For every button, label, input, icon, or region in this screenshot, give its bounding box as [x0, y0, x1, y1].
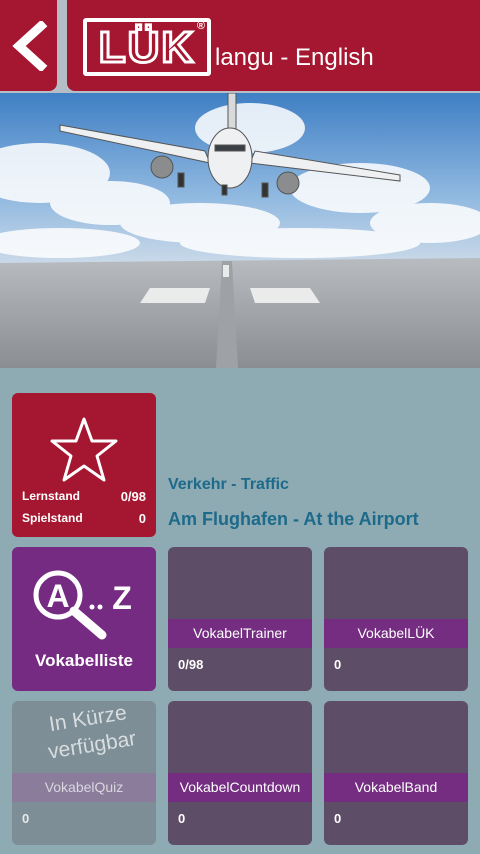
- vokabelquiz-tile: In Kürze verfügbar VokabelQuiz 0: [12, 701, 156, 845]
- back-button[interactable]: [0, 0, 57, 91]
- spielstand-value: 0: [138, 511, 146, 526]
- vokabelluk-tile[interactable]: VokabelLÜK 0: [324, 547, 468, 691]
- logo-registered-mark: ®: [196, 20, 205, 32]
- chevron-left-icon: [11, 20, 47, 71]
- vokabeltrainer-label: VokabelTrainer: [168, 619, 312, 648]
- app-header: LÜK ® langu - English: [0, 0, 480, 93]
- vokabelcountdown-count: 0: [178, 811, 186, 826]
- vokabelliste-tile[interactable]: A Z Vokabelliste: [12, 547, 156, 691]
- vokabelquiz-label: VokabelQuiz: [12, 773, 156, 802]
- lesson-category: Verkehr - Traffic: [168, 476, 289, 493]
- vokabelcountdown-label: VokabelCountdown: [168, 773, 312, 802]
- vokabelband-label: VokabelBand: [324, 773, 468, 802]
- star-icon: [50, 417, 118, 482]
- title-bar: LÜK ® langu - English: [67, 0, 480, 91]
- vokabelluk-count: 0: [334, 657, 342, 672]
- app-title: langu - English: [215, 44, 374, 71]
- logo-text: LÜK: [97, 22, 196, 73]
- vokabelband-count: 0: [334, 811, 342, 826]
- lernstand-label: Lernstand: [22, 489, 81, 503]
- icon-letter-a: A: [46, 578, 69, 614]
- lesson-title: Am Flughafen - At the Airport: [168, 509, 419, 529]
- lernstand-value: 0/98: [120, 489, 146, 504]
- coming-soon-text: In Kürze verfügbar: [17, 701, 156, 770]
- hero-image: [0, 93, 480, 368]
- luk-logo: LÜK ®: [83, 18, 211, 76]
- vokabelluk-label: VokabelLÜK: [324, 619, 468, 648]
- vokabeltrainer-count: 0/98: [178, 657, 204, 672]
- vokabeltrainer-tile[interactable]: VokabelTrainer 0/98: [168, 547, 312, 691]
- vokabelliste-label: Vokabelliste: [35, 651, 133, 670]
- vokabelband-tile[interactable]: VokabelBand 0: [324, 701, 468, 845]
- vokabelcountdown-tile[interactable]: VokabelCountdown 0: [168, 701, 312, 845]
- spielstand-label: Spielstand: [22, 511, 83, 525]
- lesson-progress-card: Lernstand 0/98 Spielstand 0: [12, 393, 156, 537]
- a-z-magnifier-icon: A Z: [33, 570, 132, 640]
- vokabelquiz-count: 0: [22, 811, 30, 826]
- icon-letter-z: Z: [112, 580, 132, 616]
